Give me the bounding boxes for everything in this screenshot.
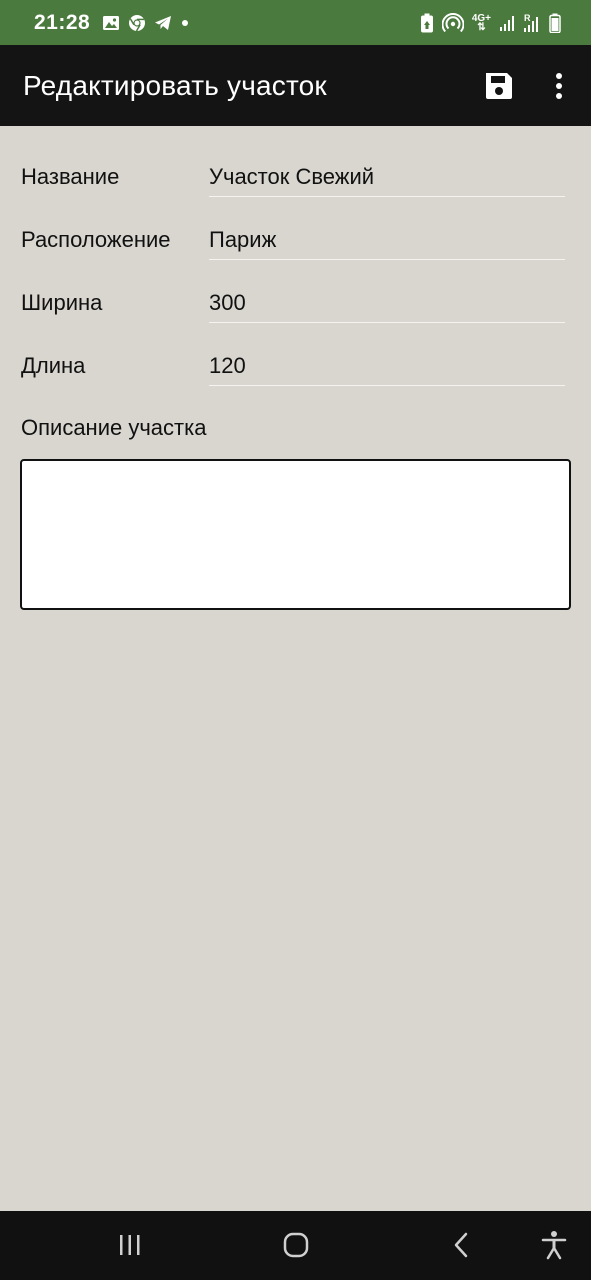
signal-roaming-icon: R [524,13,538,32]
system-nav-bar [0,1211,591,1280]
dot-icon [182,19,189,26]
app-bar: Редактировать участок [0,45,591,126]
back-button[interactable] [452,1232,470,1263]
save-button[interactable] [483,70,515,102]
network-type-label: 4G+ ⇅ [471,12,491,33]
svg-text:R: R [524,13,531,23]
width-underline [209,322,565,323]
name-label: Название [21,164,120,189]
save-icon [486,73,512,99]
hotspot-icon [441,12,464,32]
width-input[interactable] [209,290,565,316]
status-time: 21:28 [34,10,91,34]
length-label: Длина [21,353,86,378]
more-options-button[interactable] [548,69,570,103]
description-textarea[interactable] [20,459,571,610]
width-label: Ширина [21,290,103,315]
recent-apps-button[interactable] [118,1234,142,1261]
page-title: Редактировать участок [23,69,327,101]
length-input[interactable] [209,353,565,379]
home-icon [283,1232,309,1258]
status-system-icons: 4G+ ⇅ R [420,12,561,33]
name-input[interactable] [209,164,565,190]
home-button[interactable] [283,1232,309,1263]
recent-apps-icon [120,1235,140,1255]
battery-saver-icon [420,13,433,32]
status-bar: 21:28 4G+ ⇅ R [0,0,591,45]
more-vert-icon [556,73,562,99]
status-notification-icons [102,14,190,32]
telegram-icon [155,15,172,30]
signal-icon [500,15,514,31]
chrome-icon [129,14,146,31]
location-label: Расположение [21,227,171,252]
name-underline [209,196,565,197]
description-label: Описание участка [21,415,207,440]
length-underline [209,385,565,386]
accessibility-icon [541,1231,567,1260]
image-icon [103,15,120,30]
location-input[interactable] [209,227,565,253]
back-icon [454,1232,468,1258]
location-underline [209,259,565,260]
battery-icon [549,13,561,33]
accessibility-button[interactable] [540,1230,568,1265]
